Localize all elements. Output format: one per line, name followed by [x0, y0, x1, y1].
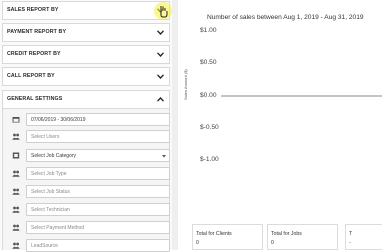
panel-divider [172, 0, 178, 250]
users-icon [12, 206, 20, 213]
y-tick-label: $-0.50 [200, 124, 219, 131]
y-tick-label: $0.50 [200, 59, 217, 66]
payment-method-select[interactable]: Select Payment Method [26, 221, 170, 234]
plot-area [221, 95, 382, 97]
job-type-select[interactable]: Select Job Type [26, 167, 170, 180]
chevron-down-icon [157, 52, 164, 57]
general-settings-panel: 07/06/2019 - 30/06/2019 Select Users Sel… [2, 109, 170, 252]
users-icon [12, 188, 20, 195]
y-tick-label: $0.00 [200, 92, 217, 99]
summary-card-clients: Total for Clients 0 [192, 224, 263, 250]
job-category-select[interactable]: Select Job Category [26, 149, 170, 162]
users-icon [12, 224, 20, 231]
job-type-row: Select Job Type [12, 167, 170, 180]
job-category-row: Select Job Category [12, 149, 170, 162]
users-icon [12, 170, 20, 177]
users-icon [12, 133, 20, 140]
technician-select[interactable]: Select Technician [26, 203, 170, 216]
users-select[interactable]: Select Users [26, 130, 170, 143]
section-label: CALL REPORT BY [7, 73, 55, 79]
job-status-select[interactable]: Select Job Status [26, 185, 170, 198]
report-sidebar: SALES REPORT BY PAYMENT REPORT BY CREDIT… [0, 0, 172, 252]
mouse-cursor-icon [154, 2, 172, 20]
chevron-up-icon [157, 97, 164, 102]
summary-value: 0 [271, 240, 274, 246]
section-call-report-by[interactable]: CALL REPORT BY [2, 67, 170, 86]
users-row: Select Users [12, 130, 170, 143]
chevron-down-icon [157, 74, 164, 79]
chart-title: Number of sales between Aug 1, 2019 - Au… [207, 14, 364, 21]
caret-down-icon [162, 155, 166, 158]
section-label: GENERAL SETTINGS [7, 96, 63, 102]
section-label: SALES REPORT BY [7, 7, 59, 13]
section-general-settings[interactable]: GENERAL SETTINGS [2, 90, 170, 109]
job-status-row: Select Job Status [12, 185, 170, 198]
y-tick-label: $-1.00 [200, 156, 219, 163]
date-range-input[interactable]: 07/06/2019 - 30/06/2019 [26, 113, 170, 126]
summary-label: Total for Clients [196, 231, 232, 237]
summary-card-jobs: Total for Jobs 0 [267, 224, 338, 250]
chevron-down-icon [157, 30, 164, 35]
section-sales-report-by[interactable]: SALES REPORT BY [2, 1, 170, 20]
summary-value: 0 [196, 240, 199, 246]
summary-value: - [349, 240, 351, 246]
section-label: CREDIT REPORT BY [7, 51, 61, 57]
section-credit-report-by[interactable]: CREDIT REPORT BY [2, 45, 170, 64]
y-tick-label: $1.00 [200, 27, 217, 34]
summary-label: Total for Jobs [271, 231, 302, 237]
calendar-icon [12, 117, 20, 123]
date-range-row: 07/06/2019 - 30/06/2019 [12, 113, 170, 126]
payment-method-row: Select Payment Method [12, 221, 170, 234]
category-icon [12, 152, 20, 159]
section-payment-report-by[interactable]: PAYMENT REPORT BY [2, 23, 170, 42]
summary-card-partial: T - [345, 224, 382, 250]
lead-source-row: LeadSource [12, 239, 170, 252]
summary-label: T [349, 231, 353, 237]
technician-row: Select Technician [12, 203, 170, 216]
y-axis-label: Sales Amount ($) [183, 69, 188, 100]
users-icon [12, 242, 20, 249]
lead-source-select[interactable]: LeadSource [26, 239, 170, 252]
section-label: PAYMENT REPORT BY [7, 29, 67, 35]
